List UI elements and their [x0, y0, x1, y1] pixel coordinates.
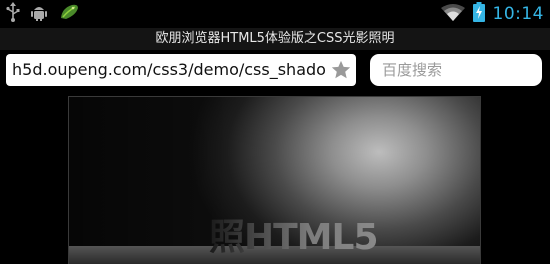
battery-charging-icon — [472, 2, 485, 26]
search-placeholder: 百度搜索 — [382, 61, 443, 79]
android-debug-icon — [30, 2, 48, 26]
usb-icon — [6, 2, 20, 26]
status-icons-left — [6, 2, 80, 26]
wifi-icon — [440, 3, 465, 25]
address-bar[interactable]: h5d.oupeng.com/css3/demo/css_shadow — [6, 54, 356, 86]
notification-app-icon — [58, 2, 80, 26]
css-lighting-demo[interactable]: 照HTML5 — [68, 96, 481, 264]
star-icon[interactable] — [330, 59, 352, 81]
search-input[interactable]: 百度搜索 — [370, 54, 542, 86]
status-bar: 10:14 — [0, 0, 550, 28]
url-text[interactable]: h5d.oupeng.com/css3/demo/css_shadow — [12, 54, 326, 86]
page-title: 欧朋浏览器HTML5体验版之CSS光影照明 — [0, 28, 550, 50]
browser-toolbar: h5d.oupeng.com/css3/demo/css_shadow 百度搜索 — [0, 50, 550, 90]
web-content: 照HTML5 — [0, 90, 550, 264]
status-icons-right: 10:14 — [440, 2, 545, 26]
status-clock: 10:14 — [492, 4, 544, 24]
demo-heading: 照HTML5 — [209, 208, 378, 260]
